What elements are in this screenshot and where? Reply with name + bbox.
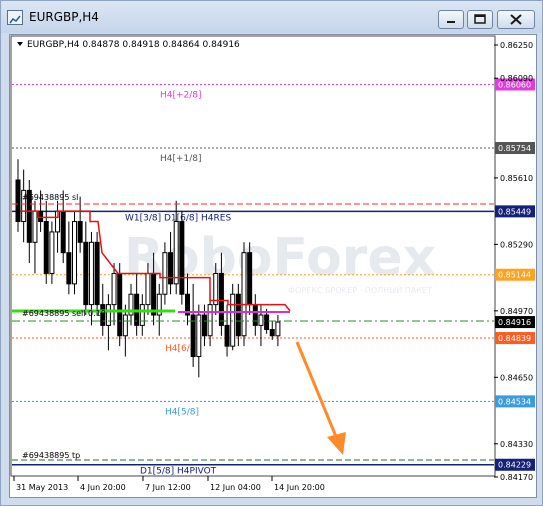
maximize-button[interactable]	[467, 10, 493, 29]
candle-body	[43, 221, 49, 274]
time-tick-label: 12 Jun 04:00	[210, 483, 261, 492]
candle-body	[162, 252, 168, 295]
candle-body	[252, 304, 258, 326]
candle-body	[173, 221, 179, 285]
title-bar[interactable]: EURGBP,H4	[1, 1, 542, 33]
maximize-icon	[474, 14, 486, 24]
minimize-icon	[447, 21, 455, 23]
time-tick-label: 14 Jun 20:00	[274, 483, 325, 492]
candle-body	[83, 241, 89, 306]
candle-body	[224, 324, 230, 347]
candle-body	[258, 314, 264, 326]
level-label-5: H4[5/8]	[165, 407, 199, 417]
level-price-4: 0.84839	[498, 334, 531, 343]
candle-body	[38, 210, 44, 223]
price-tick-label: 0.85290	[500, 240, 533, 249]
time-axis[interactable]: 31 May 2013 4 Jun 20:00 7 Jun 12:00 12 Jun …	[13, 476, 325, 492]
candle-body	[241, 252, 247, 337]
candle-body	[269, 329, 275, 337]
level-label-0: H4[+2/8]	[160, 90, 202, 100]
candle-body	[66, 252, 72, 285]
candle-body	[264, 314, 270, 331]
take-profit-label: #69438895 tp	[22, 451, 80, 460]
candle-body	[145, 272, 151, 306]
minimize-button[interactable]	[438, 10, 464, 29]
candle-body	[72, 221, 77, 285]
watermark-subtext: ФОРЕКС БРОКЕР · ПОЛНЫЙ ПАКЕТ	[288, 284, 432, 295]
candle-body	[60, 210, 66, 254]
candle-body	[139, 304, 145, 326]
level-price-5: 0.84534	[498, 397, 531, 406]
price-axis[interactable]: 0.86090 0.86250 0.85610 0.85290 0.84970 0.846…	[494, 41, 533, 482]
price-tick-label: 0.84970	[500, 307, 533, 316]
price-chart[interactable]: RoboForex ФОРЕКС БРОКЕР · ПОЛНЫЙ ПАКЕТ E…	[10, 35, 536, 497]
open-order-label: #69438895 sell 0.10	[22, 309, 106, 318]
candle-body	[88, 241, 94, 306]
candle-body	[49, 231, 55, 274]
candle-body	[111, 272, 117, 306]
candle-body	[179, 221, 185, 295]
chart-window: EURGBP,H4 RoboForex ФОРЕКС БРОКЕР · ПОЛН…	[0, 0, 543, 506]
candle-body	[32, 210, 38, 243]
current-price-label: 0.84916	[498, 318, 531, 327]
candle-body	[201, 314, 207, 337]
candle-body	[207, 304, 213, 337]
candle-body	[77, 221, 83, 243]
candle-body	[247, 252, 253, 306]
level-label-6: D1[5/8] H4PIVOT	[140, 467, 217, 477]
window-title: EURGBP,H4	[29, 10, 99, 24]
price-tick-label: 0.84330	[500, 440, 533, 449]
candle-body	[15, 179, 21, 223]
price-tick-label: 0.85610	[500, 174, 533, 183]
chart-header: EURGBP,H4 0.84878 0.84918 0.84864 0.8491…	[27, 40, 240, 50]
price-tick-label: 0.86250	[500, 41, 533, 50]
stop-loss-label: #69438895 sl	[22, 193, 78, 202]
candle-body	[235, 293, 241, 337]
level-price-2: 0.85449	[498, 207, 531, 216]
close-icon	[510, 14, 522, 25]
candle-body	[105, 304, 111, 326]
level-price-1: 0.85754	[498, 144, 531, 153]
price-tick-label: 0.84170	[500, 473, 533, 482]
price-tick-label: 0.86090	[500, 74, 533, 83]
close-button[interactable]	[497, 10, 535, 29]
level-label-1: H4[+1/8]	[160, 154, 202, 164]
time-tick-label: 31 May 2013	[16, 483, 68, 492]
price-tick-label: 0.84650	[500, 373, 533, 382]
candle-body	[151, 272, 157, 316]
chart-area[interactable]: RoboForex ФОРЕКС БРОКЕР · ПОЛНЫЙ ПАКЕТ E…	[9, 34, 537, 498]
level-price-6: 0.84229	[498, 461, 531, 470]
candle-body	[218, 272, 224, 326]
candle-body	[117, 272, 123, 337]
chart-window-icon	[7, 10, 23, 25]
candle-body	[275, 321, 281, 337]
candle-body	[94, 241, 100, 306]
level-price-3: 0.85144	[498, 271, 531, 280]
time-tick-label: 4 Jun 20:00	[80, 483, 126, 492]
candle-body	[168, 252, 174, 285]
time-tick-label: 7 Jun 12:00	[145, 483, 191, 492]
candle-body	[122, 314, 128, 337]
candle-body	[230, 293, 236, 347]
